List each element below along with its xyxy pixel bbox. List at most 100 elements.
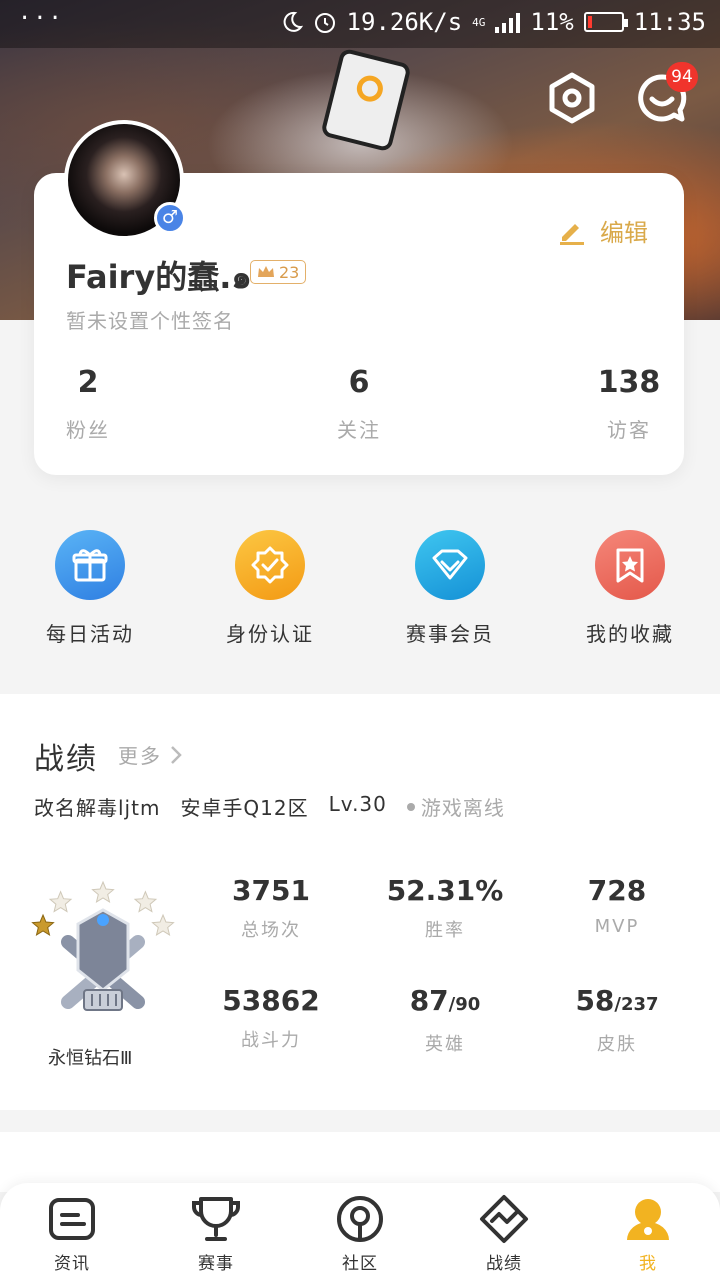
more-label: 更多 [118,744,162,768]
player-name: 改名解毒ljtm [34,796,161,820]
record-title: 战绩 [34,742,98,777]
hexagon-settings-icon [549,72,595,124]
nav-community[interactable]: 社区 [300,1193,420,1274]
battery-percent: 11% [530,8,574,36]
signal-icon [495,11,521,33]
verify-badge-icon [235,530,305,600]
trophy-icon [190,1193,242,1245]
fans-count: 2 [77,365,99,400]
network-type: 4G [472,15,486,29]
metric-win-rate: 52.31% 胜率 [370,874,520,942]
total-matches-label: 总场次 [241,920,301,941]
fans-label: 粉丝 [66,418,110,442]
rank-emblem-icon [61,908,145,1011]
following-stat[interactable]: 6 关注 [328,364,390,443]
match-member-button[interactable]: 赛事会员 [360,530,540,647]
rank-emblem: 永恒钻石Ⅲ [28,862,178,1072]
edit-profile-button[interactable]: 编辑 [558,213,648,248]
skins-total: /237 [614,994,659,1015]
moon-icon [283,11,303,32]
heroes-label: 英雄 [425,1034,465,1055]
clock: 11:35 [633,8,706,36]
total-matches-value: 3751 [232,874,310,907]
level-value: 23 [279,262,300,282]
player-level: Lv.30 [328,792,387,816]
signature[interactable]: 暂未设置个性签名 [66,305,234,334]
metric-total-matches: 3751 总场次 [196,874,346,942]
win-rate-value: 52.31% [386,874,504,907]
match-member-label: 赛事会员 [406,622,494,646]
player-server: 安卓手Q12区 [180,796,309,820]
rank-star-earned-icon [31,913,55,936]
level-badge: 23 [250,260,307,284]
visitors-count: 138 [597,365,661,400]
following-count: 6 [348,365,370,400]
nickname: Fairy的蠢.๑ [66,258,252,296]
edit-label: 编辑 [600,219,648,247]
nav-news[interactable]: 资讯 [12,1193,132,1274]
status-menu: ··· [18,6,64,31]
power-label: 战斗力 [241,1030,301,1051]
chevron-right-icon [171,745,182,764]
identity-verify-button[interactable]: 身份认证 [180,530,360,647]
power-value: 53862 [222,984,320,1017]
daily-activity-label: 每日活动 [46,622,134,646]
me-icon [622,1193,674,1245]
nav-me[interactable]: 我 [588,1193,708,1274]
rank-star-empty-icon [151,913,175,936]
metric-skins: 58/237 皮肤 [542,984,692,1056]
game-status-label: 游戏离线 [420,796,505,820]
alarm-icon [314,13,335,33]
rank-label: 永恒钻石Ⅲ [48,1048,133,1069]
skins-value: 58 [575,984,615,1017]
nav-me-label: 我 [639,1254,657,1274]
nav-events[interactable]: 赛事 [156,1193,276,1274]
identity-verify-label: 身份认证 [226,622,314,646]
metric-mvp: 728 MVP [542,874,692,937]
fans-stat[interactable]: 2 粉丝 [58,364,118,443]
favorites-button[interactable]: 我的收藏 [540,530,720,647]
following-label: 关注 [337,418,381,442]
heroes-total: /90 [448,994,481,1015]
bookmark-star-icon [595,530,665,600]
nav-stats-label: 战绩 [486,1254,522,1274]
mvp-value: 728 [587,874,647,907]
player-info: 改名解毒ljtm 安卓手Q12区 Lv.30 游戏离线 [34,792,505,821]
mvp-label: MVP [594,916,640,937]
rank-stars [31,880,175,1011]
stats-icon [478,1193,530,1245]
gift-icon [55,530,125,600]
rank-star-empty-icon [133,890,158,913]
daily-activity-button[interactable]: 每日活动 [0,530,180,647]
news-icon [46,1193,98,1245]
win-rate-label: 胜率 [425,920,465,941]
settings-button[interactable] [544,70,600,126]
favorites-label: 我的收藏 [586,622,674,646]
message-count-badge: 94 [666,62,698,92]
quick-actions: 每日活动 身份认证 赛事会员 我的收藏 [0,510,720,670]
rank-star-empty-icon [91,880,115,903]
metric-heroes: 87/90 英雄 [370,984,520,1056]
male-gender-icon: ♂ [154,202,186,234]
battery-icon [583,12,628,32]
visitors-stat[interactable]: 138 访客 [596,364,662,443]
record-more-link[interactable]: 更多 [118,740,182,769]
banner-phone-art [320,47,412,153]
nav-stats[interactable]: 战绩 [444,1193,564,1274]
crown-icon [258,266,274,277]
skins-label: 皮肤 [597,1034,637,1055]
status-bar: ··· 19.26K/s 4G 11% 11:35 [0,0,720,48]
messages-button[interactable]: 94 [634,62,698,126]
rank-star-empty-icon [48,890,73,913]
visitors-label: 访客 [607,418,651,442]
pencil-icon [560,223,584,245]
metric-power: 53862 战斗力 [196,984,346,1052]
network-speed: 19.26K/s [346,8,463,36]
heroes-value: 87 [409,984,449,1017]
bottom-nav: 资讯 赛事 社区 战绩 我 [0,1183,720,1280]
game-status: 游戏离线 [406,792,505,821]
diamond-icon [415,530,485,600]
community-icon [334,1193,386,1245]
record-section: 战绩 更多 改名解毒ljtm 安卓手Q12区 Lv.30 游戏离线 永恒钻石Ⅲ … [0,694,720,1110]
nav-news-label: 资讯 [54,1254,90,1274]
